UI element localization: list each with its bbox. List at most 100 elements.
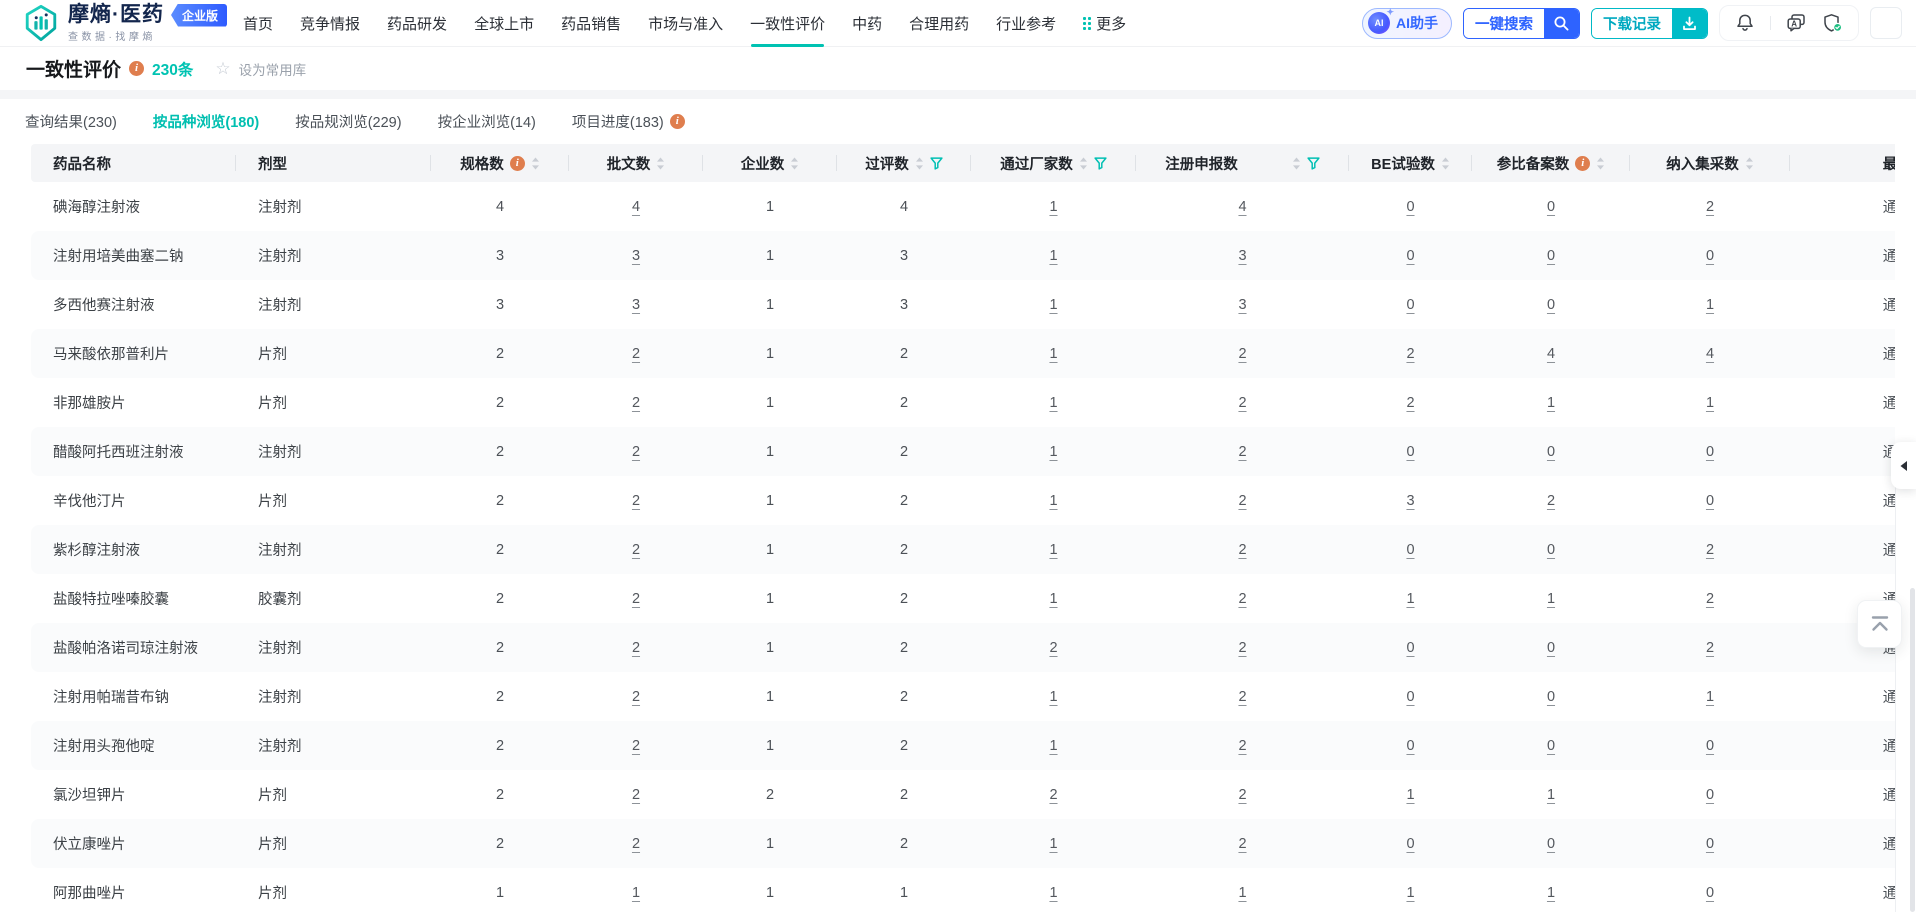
count-link[interactable]: 2	[632, 787, 640, 803]
count-link[interactable]: 2	[632, 395, 640, 411]
title-info-icon[interactable]: i	[129, 61, 144, 76]
count-link[interactable]: 2	[1238, 444, 1246, 460]
count-link[interactable]: 4	[632, 199, 640, 215]
ai-assistant-button[interactable]: AI AI助手	[1362, 8, 1452, 39]
nav-item-4[interactable]: 药品销售	[561, 0, 621, 47]
count-link[interactable]: 2	[1406, 346, 1414, 362]
count-link[interactable]: 2	[1238, 493, 1246, 509]
count-link[interactable]: 2	[1547, 493, 1555, 509]
count-link[interactable]: 1	[1049, 738, 1057, 754]
nav-item-7[interactable]: 中药	[852, 0, 882, 47]
count-link[interactable]: 0	[1706, 248, 1714, 264]
count-link[interactable]: 0	[1547, 297, 1555, 313]
count-link[interactable]: 1	[1049, 297, 1057, 313]
translate-chat-icon[interactable]: A	[1786, 13, 1807, 33]
count-link[interactable]: 0	[1547, 640, 1555, 656]
nav-item-0[interactable]: 首页	[243, 0, 273, 47]
count-link[interactable]: 1	[1049, 836, 1057, 852]
sort-icon[interactable]	[1441, 157, 1450, 170]
tab-4[interactable]: 项目进度(183)i	[572, 111, 685, 132]
sort-icon[interactable]	[1079, 157, 1088, 170]
count-link[interactable]: 0	[1547, 444, 1555, 460]
filter-icon[interactable]	[930, 157, 943, 170]
security-shield-icon[interactable]	[1822, 13, 1843, 33]
count-link[interactable]: 1	[632, 885, 640, 901]
column-header-3[interactable]: 批文数	[569, 144, 703, 182]
count-link[interactable]: 0	[1547, 248, 1555, 264]
count-link[interactable]: 0	[1406, 444, 1414, 460]
count-link[interactable]: 2	[1238, 836, 1246, 852]
count-link[interactable]: 3	[1406, 493, 1414, 509]
count-link[interactable]: 0	[1547, 689, 1555, 705]
count-link[interactable]: 1	[1406, 885, 1414, 901]
count-link[interactable]: 2	[632, 689, 640, 705]
nav-item-6[interactable]: 一致性评价	[750, 0, 825, 47]
count-link[interactable]: 2	[1706, 199, 1714, 215]
count-link[interactable]: 2	[1238, 689, 1246, 705]
count-link[interactable]: 0	[1406, 542, 1414, 558]
count-link[interactable]: 2	[1238, 787, 1246, 803]
count-link[interactable]: 1	[1049, 493, 1057, 509]
count-link[interactable]: 0	[1406, 248, 1414, 264]
count-link[interactable]: 0	[1547, 836, 1555, 852]
filter-icon[interactable]	[1307, 157, 1320, 170]
panel-collapse-handle[interactable]	[1891, 442, 1916, 489]
count-link[interactable]: 0	[1706, 836, 1714, 852]
column-header-10[interactable]: 纳入集采数	[1630, 144, 1790, 182]
count-link[interactable]: 2	[632, 738, 640, 754]
sort-icon[interactable]	[656, 157, 665, 170]
nav-item-5[interactable]: 市场与准入	[648, 0, 723, 47]
count-link[interactable]: 4	[1706, 346, 1714, 362]
column-header-6[interactable]: 通过厂家数	[971, 144, 1136, 182]
count-link[interactable]: 2	[1706, 591, 1714, 607]
count-link[interactable]: 3	[632, 297, 640, 313]
count-link[interactable]: 2	[1706, 542, 1714, 558]
count-link[interactable]: 1	[1049, 689, 1057, 705]
count-link[interactable]: 0	[1547, 738, 1555, 754]
nav-item-2[interactable]: 药品研发	[387, 0, 447, 47]
count-link[interactable]: 2	[1049, 787, 1057, 803]
set-favorite-label[interactable]: 设为常用库	[239, 59, 307, 79]
brand[interactable]: 摩熵·医药 企业版 查数据·找摩熵	[22, 4, 227, 43]
count-link[interactable]: 4	[1547, 346, 1555, 362]
count-link[interactable]: 2	[1238, 542, 1246, 558]
count-link[interactable]: 1	[1406, 787, 1414, 803]
nav-item-10[interactable]: 更多	[1083, 0, 1126, 47]
count-link[interactable]: 2	[632, 542, 640, 558]
count-link[interactable]: 2	[1049, 640, 1057, 656]
count-link[interactable]: 2	[632, 444, 640, 460]
count-link[interactable]: 2	[1706, 640, 1714, 656]
sort-icon[interactable]	[531, 157, 540, 170]
count-link[interactable]: 1	[1706, 689, 1714, 705]
sort-icon[interactable]	[1596, 157, 1605, 170]
count-link[interactable]: 1	[1049, 248, 1057, 264]
sort-icon[interactable]	[915, 157, 924, 170]
count-link[interactable]: 1	[1547, 885, 1555, 901]
notification-bell-icon[interactable]	[1735, 13, 1755, 33]
count-link[interactable]: 1	[1547, 395, 1555, 411]
count-link[interactable]: 2	[1238, 346, 1246, 362]
count-link[interactable]: 0	[1406, 297, 1414, 313]
count-link[interactable]: 1	[1706, 297, 1714, 313]
count-link[interactable]: 0	[1547, 199, 1555, 215]
scrollbar-thumb[interactable]	[1910, 588, 1915, 912]
column-header-8[interactable]: BE试验数	[1349, 144, 1472, 182]
tab-2[interactable]: 按品规浏览(229)	[295, 111, 401, 132]
count-link[interactable]: 3	[1238, 248, 1246, 264]
count-link[interactable]: 1	[1238, 885, 1246, 901]
count-link[interactable]: 2	[1406, 395, 1414, 411]
count-link[interactable]: 2	[632, 591, 640, 607]
count-link[interactable]: 2	[1238, 395, 1246, 411]
column-header-9[interactable]: 参比备案数i	[1472, 144, 1630, 182]
count-link[interactable]: 1	[1049, 199, 1057, 215]
column-header-7[interactable]: 注册申报数	[1136, 144, 1349, 182]
avatar-placeholder[interactable]	[1870, 7, 1902, 39]
nav-item-3[interactable]: 全球上市	[474, 0, 534, 47]
count-link[interactable]: 2	[632, 346, 640, 362]
tab-0[interactable]: 查询结果(230)	[25, 111, 117, 132]
tab-1[interactable]: 按品种浏览(180)	[153, 111, 259, 132]
count-link[interactable]: 2	[1238, 640, 1246, 656]
count-link[interactable]: 0	[1547, 542, 1555, 558]
count-link[interactable]: 1	[1049, 444, 1057, 460]
count-link[interactable]: 0	[1406, 199, 1414, 215]
